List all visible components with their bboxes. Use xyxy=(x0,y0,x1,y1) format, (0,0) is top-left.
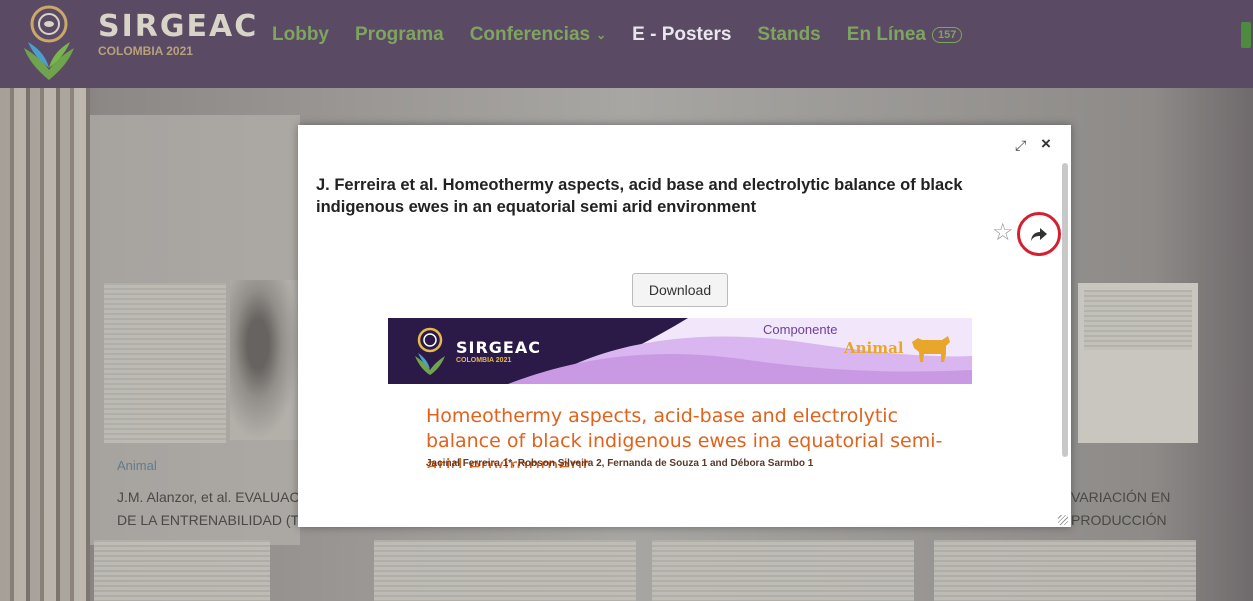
top-navbar: SIRGEAC COLOMBIA 2021 Lobby Programa Con… xyxy=(0,0,1253,88)
poster-thumbnail[interactable] xyxy=(94,540,270,601)
poster-title: J. Ferreira et al. Homeothermy aspects, … xyxy=(316,176,963,216)
poster-brand-subtitle: COLOMBIA 2021 xyxy=(456,357,512,364)
poster-modal: ⤢ × J. Ferreira et al. Homeothermy aspec… xyxy=(298,125,1071,527)
star-icon[interactable]: ☆ xyxy=(992,221,1014,245)
sirgeac-logo-icon[interactable] xyxy=(16,4,82,82)
poster-thumbnail[interactable] xyxy=(934,540,1196,601)
nav-eposters[interactable]: E - Posters xyxy=(632,24,731,46)
cow-icon xyxy=(912,336,950,362)
user-menu-icon[interactable] xyxy=(1241,22,1251,48)
highlight-annotation xyxy=(1017,212,1061,256)
nav-conferencias-label: Conferencias xyxy=(469,24,591,45)
chevron-down-icon: ⌄ xyxy=(596,28,607,42)
expand-icon[interactable]: ⤢ xyxy=(1015,137,1026,154)
brand-name: SIRGEAC xyxy=(98,9,259,44)
nav-enlinea-label: En Línea xyxy=(846,24,926,45)
download-button[interactable]: Download xyxy=(632,273,728,307)
poster-preview[interactable]: SIRGEAC COLOMBIA 2021 Componente Animal … xyxy=(388,318,972,468)
nav-conferencias[interactable]: Conferencias ⌄ xyxy=(470,24,606,46)
modal-scrollbar[interactable] xyxy=(1062,163,1068,457)
nav-stands[interactable]: Stands xyxy=(757,24,820,46)
nav-links: Lobby Programa Conferencias ⌄ E - Poster… xyxy=(272,24,988,46)
poster-thumbnail-chart xyxy=(1084,290,1192,350)
nav-programa[interactable]: Programa xyxy=(355,24,444,46)
bookshelf-image xyxy=(0,88,90,601)
poster-authors: Jacinal Ferreira 1*, Robson Silveira 2, … xyxy=(426,458,814,468)
poster-card-title[interactable]: VARIACIÓN EN PRODUCCIÓN xyxy=(1071,486,1170,532)
poster-card-title[interactable]: J.M. Alanzor, et al. EVALUACIÓN DE LA EN… xyxy=(117,486,307,532)
sirgeac-logo-icon xyxy=(415,327,445,375)
nav-lobby[interactable]: Lobby xyxy=(272,24,329,46)
poster-category[interactable]: Animal xyxy=(117,458,157,473)
poster-component-label: Componente xyxy=(763,322,838,337)
poster-thumbnail-image xyxy=(230,280,300,440)
poster-animal-label: Animal xyxy=(844,339,904,357)
brand-subtitle: COLOMBIA 2021 xyxy=(98,44,193,58)
resize-handle-icon[interactable] xyxy=(1058,515,1068,525)
online-count-badge: 157 xyxy=(931,27,963,43)
close-icon[interactable]: × xyxy=(1041,134,1051,154)
brand[interactable]: SIRGEAC COLOMBIA 2021 xyxy=(98,9,259,59)
poster-thumbnail[interactable] xyxy=(374,540,636,601)
nav-enlinea[interactable]: En Línea 157 xyxy=(847,24,963,46)
poster-brand: SIRGEAC xyxy=(456,338,541,357)
poster-thumbnail[interactable] xyxy=(652,540,914,601)
poster-thumbnail[interactable] xyxy=(104,283,226,443)
